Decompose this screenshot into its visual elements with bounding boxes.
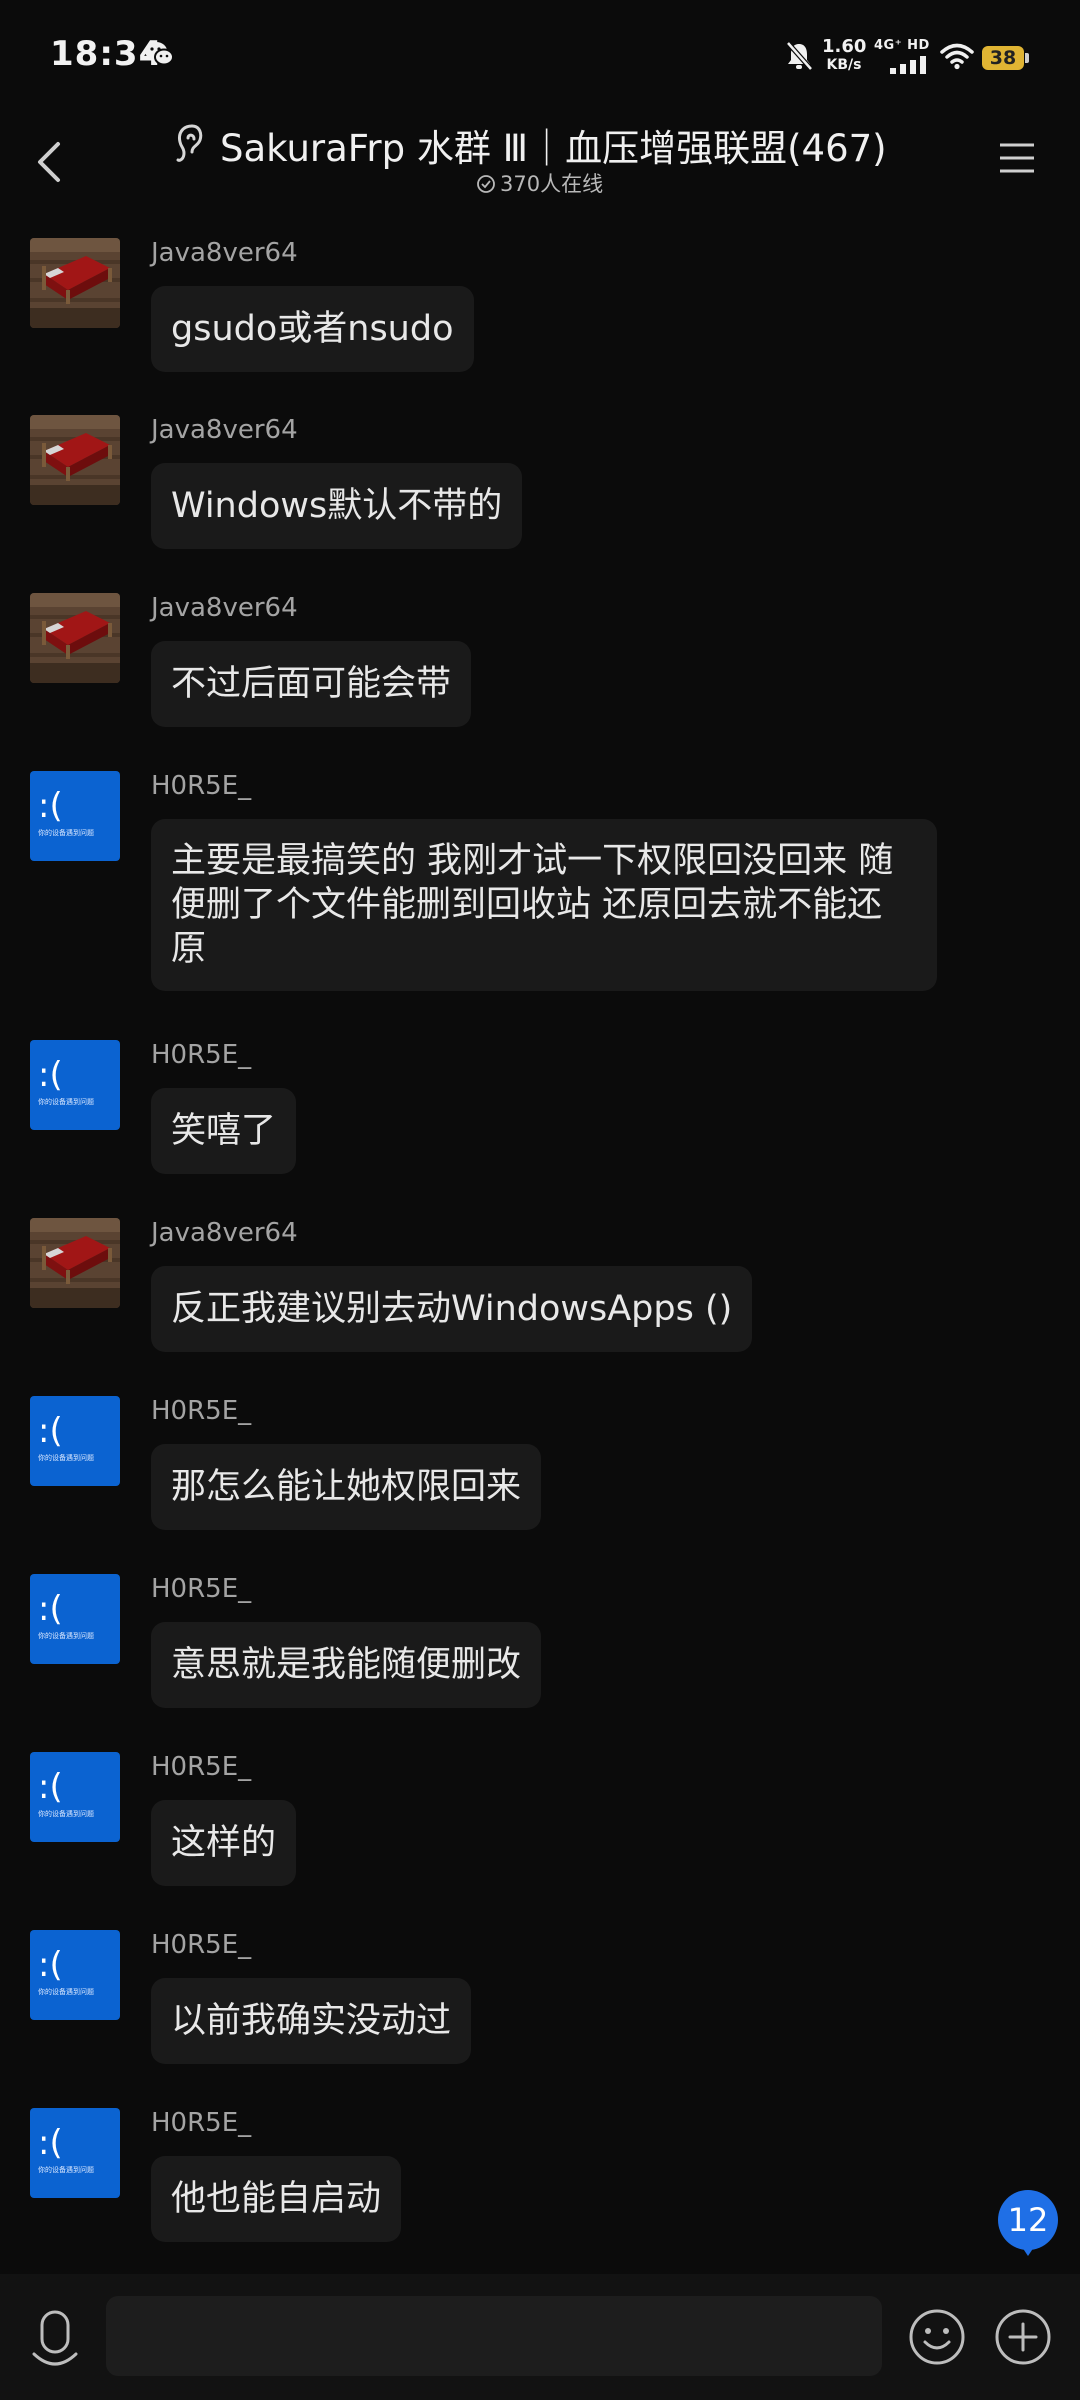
wifi-icon — [940, 43, 974, 70]
battery-icon: 38 — [982, 46, 1024, 70]
bsod-caption: 你的设备遇到问题 — [38, 1987, 94, 1996]
status-bar: 18:34 1.60 KB/s 4G⁺ HD 38 — [0, 0, 1080, 100]
bsod-face: :( — [38, 2123, 63, 2163]
avatar[interactable] — [30, 593, 120, 683]
online-status: 370人在线 — [476, 168, 603, 196]
chat-header: SakuraFrp 水群 Ⅲ｜血压增强联盟(467) 370人在线 — [0, 100, 1080, 220]
bsod-face: :( — [38, 1589, 63, 1629]
avatar[interactable]: :( 你的设备遇到问题 — [30, 771, 120, 861]
avatar[interactable] — [30, 415, 120, 505]
bsod-caption: 你的设备遇到问题 — [38, 828, 94, 837]
sender-name[interactable]: H0R5E_ — [151, 2108, 251, 2138]
sender-name[interactable]: Java8ver64 — [151, 415, 298, 445]
message-bubble[interactable]: gsudo或者nsudo — [151, 286, 474, 372]
avatar[interactable]: :( 你的设备遇到问题 — [30, 1574, 120, 1664]
sender-name[interactable]: Java8ver64 — [151, 1218, 298, 1248]
bsod-caption: 你的设备遇到问题 — [38, 1453, 94, 1462]
sender-name[interactable]: Java8ver64 — [151, 238, 298, 268]
bsod-caption: 你的设备遇到问题 — [38, 1809, 94, 1818]
plus-icon[interactable] — [994, 2308, 1052, 2366]
bsod-face: :( — [38, 1055, 63, 1095]
input-bar — [0, 2274, 1080, 2400]
bsod-caption: 你的设备遇到问题 — [38, 1631, 94, 1640]
bsod-face: :( — [38, 1767, 63, 1807]
network-type: 4G⁺ HD — [874, 38, 930, 53]
message-input[interactable] — [106, 2296, 882, 2376]
message-bubble[interactable]: 反正我建议别去动WindowsApps () — [151, 1266, 753, 1352]
bsod-caption: 你的设备遇到问题 — [38, 1097, 94, 1106]
mute-icon — [786, 41, 813, 71]
avatar[interactable] — [30, 1218, 120, 1308]
bsod-caption: 你的设备遇到问题 — [38, 2165, 94, 2174]
message-bubble[interactable]: Windows默认不带的 — [151, 463, 523, 549]
back-icon[interactable] — [26, 132, 70, 192]
voice-icon[interactable] — [30, 2308, 80, 2370]
message-bubble[interactable]: 主要是最搞笑的 我刚才试一下权限回没回来 随便删了个文件能删到回收站 还原回去就… — [151, 819, 937, 991]
unread-badge[interactable]: 12 — [998, 2190, 1058, 2250]
message-bubble[interactable]: 这样的 — [151, 1800, 297, 1886]
unread-badge-tail — [1020, 2244, 1036, 2256]
message-bubble[interactable]: 他也能自启动 — [151, 2156, 402, 2242]
avatar[interactable]: :( 你的设备遇到问题 — [30, 2108, 120, 2198]
sender-name[interactable]: Java8ver64 — [151, 593, 298, 623]
sender-name[interactable]: H0R5E_ — [151, 1396, 251, 1426]
avatar[interactable] — [30, 238, 120, 328]
emoji-icon[interactable] — [908, 2308, 966, 2366]
online-count: 370人在线 — [500, 172, 604, 196]
wechat-icon — [145, 42, 174, 66]
sender-name[interactable]: H0R5E_ — [151, 1930, 251, 1960]
signal-icon — [890, 56, 926, 74]
message-bubble[interactable]: 以前我确实没动过 — [151, 1978, 472, 2064]
sender-name[interactable]: H0R5E_ — [151, 1040, 251, 1070]
group-icon — [176, 124, 203, 162]
bsod-face: :( — [38, 1411, 63, 1451]
message-bubble[interactable]: 笑嘻了 — [151, 1088, 297, 1174]
net-speed: 1.60 KB/s — [822, 38, 866, 74]
online-check-icon — [477, 175, 495, 193]
bsod-face: :( — [38, 786, 63, 826]
net-speed-unit: KB/s — [826, 57, 862, 73]
message-bubble[interactable]: 那怎么能让她权限回来 — [151, 1444, 542, 1530]
sender-name[interactable]: H0R5E_ — [151, 771, 251, 801]
battery-tip — [1025, 53, 1029, 63]
sender-name[interactable]: H0R5E_ — [151, 1574, 251, 1604]
avatar[interactable]: :( 你的设备遇到问题 — [30, 1752, 120, 1842]
message-bubble[interactable]: 意思就是我能随便删改 — [151, 1622, 542, 1708]
avatar[interactable]: :( 你的设备遇到问题 — [30, 1930, 120, 2020]
avatar[interactable]: :( 你的设备遇到问题 — [30, 1040, 120, 1130]
avatar[interactable]: :( 你的设备遇到问题 — [30, 1396, 120, 1486]
net-speed-value: 1.60 — [822, 36, 867, 57]
menu-icon[interactable] — [998, 140, 1036, 176]
message-bubble[interactable]: 不过后面可能会带 — [151, 641, 472, 727]
chat-title[interactable]: SakuraFrp 水群 Ⅲ｜血压增强联盟(467) — [220, 118, 887, 172]
sender-name[interactable]: H0R5E_ — [151, 1752, 251, 1782]
bsod-face: :( — [38, 1945, 63, 1985]
